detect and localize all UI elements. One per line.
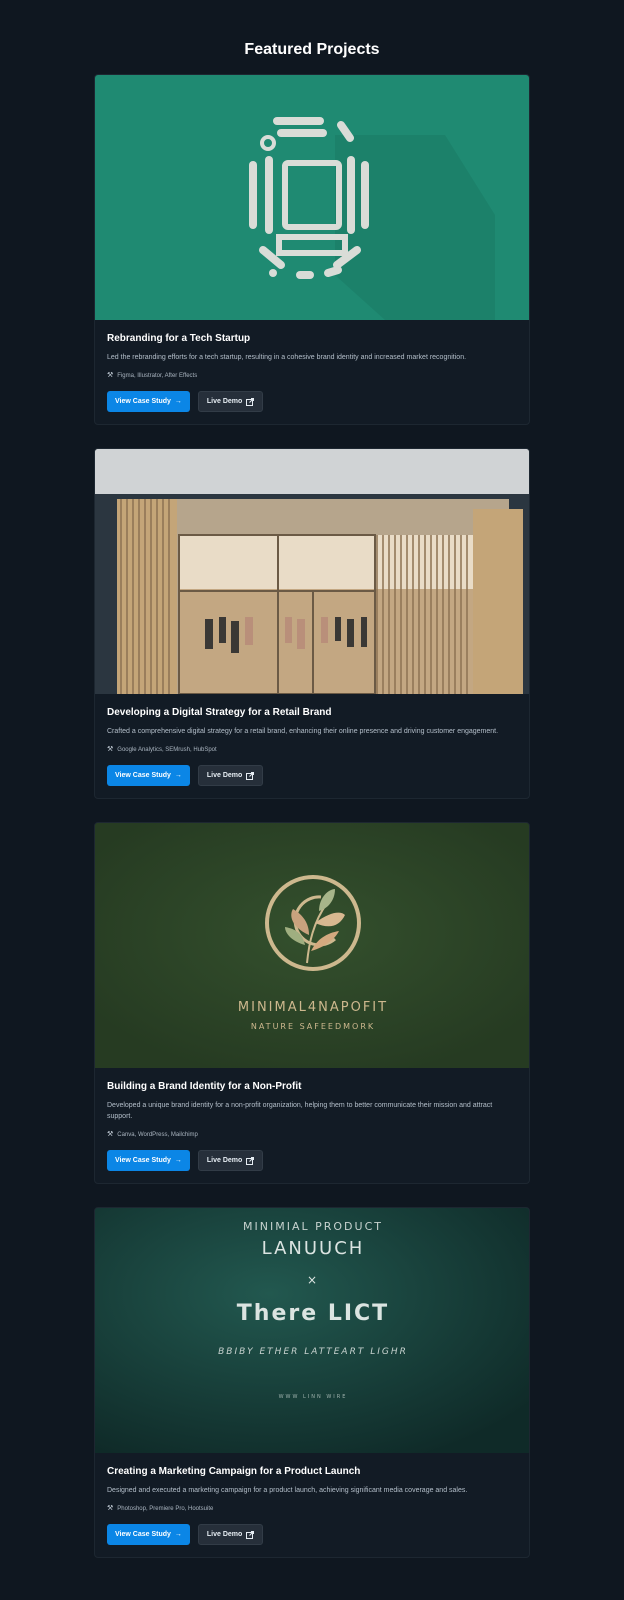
tools-icon: ⚒ [107, 372, 114, 379]
hero-line-5: BBIBY ETHER LATTEART LIGHR [218, 1347, 408, 1357]
project-card: Rebranding for a Tech Startup Led the re… [94, 74, 530, 425]
live-demo-button[interactable]: Live Demo [197, 1150, 264, 1171]
tools-list: Figma, Illustrator, After Effects [117, 373, 198, 379]
hero-line-3: × [307, 1273, 319, 1287]
view-case-study-label: View Case Study [115, 1157, 171, 1164]
external-link-icon [246, 397, 255, 406]
project-tools: ⚒ Google Analytics, SEMrush, HubSpot [107, 745, 517, 755]
leaf-emblem-icon: MINIMAL4NAPOFIT NATURE SAFEEDMORK [95, 823, 529, 1068]
project-description: Designed and executed a marketing campai… [107, 1487, 468, 1494]
project-title: Building a Brand Identity for a Non-Prof… [107, 1081, 302, 1092]
project-card: MINIMAL4NAPOFIT NATURE SAFEEDMORK Buildi… [94, 822, 530, 1184]
arrow-right-icon: → [174, 1531, 182, 1538]
live-demo-button[interactable]: Live Demo [197, 765, 264, 786]
live-demo-label: Live Demo [206, 398, 243, 405]
project-title: Developing a Digital Strategy for a Reta… [107, 707, 332, 718]
project-image: MINIMAL4NAPOFIT NATURE SAFEEDMORK [95, 823, 529, 1068]
tools-icon: ⚒ [107, 1131, 114, 1138]
hero-line-6: WWW LINN WIRE [279, 1394, 348, 1400]
project-tools: ⚒ Photoshop, Premiere Pro, Hootsuite [107, 1504, 517, 1514]
hero-line-1: MINIMAL4NAPOFIT [238, 1000, 388, 1015]
tools-list: Photoshop, Premiere Pro, Hootsuite [117, 1506, 214, 1512]
arrow-right-icon: → [174, 772, 182, 779]
external-link-icon [246, 1156, 255, 1165]
arrow-right-icon: → [174, 1157, 182, 1164]
tools-icon: ⚒ [107, 746, 114, 753]
hero-line-1: MINIMIAL PRODUCT [243, 1220, 383, 1233]
project-tools: ⚒ Canva, WordPress, Mailchimp [107, 1130, 517, 1140]
external-link-icon [246, 771, 255, 780]
live-demo-button[interactable]: Live Demo [197, 391, 264, 412]
project-card: MINIMIAL PRODUCT LANUUCH × There LICT BB… [94, 1207, 530, 1558]
project-description: Crafted a comprehensive digital strategy… [107, 728, 499, 735]
launch-poster-icon: MINIMIAL PRODUCT LANUUCH × There LICT BB… [95, 1208, 529, 1453]
project-description: Developed a unique brand identity for a … [107, 1102, 493, 1120]
retail-storefront-icon [95, 449, 529, 694]
hero-line-2: NATURE SAFEEDMORK [251, 1022, 375, 1031]
tools-list: Canva, WordPress, Mailchimp [117, 1132, 198, 1138]
live-demo-button[interactable]: Live Demo [197, 1524, 264, 1545]
live-demo-label: Live Demo [206, 1531, 243, 1538]
view-case-study-label: View Case Study [115, 772, 171, 779]
live-demo-label: Live Demo [206, 772, 243, 779]
project-title: Rebranding for a Tech Startup [107, 333, 251, 344]
project-tools: ⚒ Figma, Illustrator, After Effects [107, 371, 517, 381]
external-link-icon [246, 1530, 255, 1539]
project-image [95, 449, 529, 694]
view-case-study-button[interactable]: View Case Study → [107, 391, 190, 412]
tech-device-logo-icon [249, 117, 495, 320]
project-image [95, 75, 529, 320]
tools-icon: ⚒ [107, 1505, 114, 1512]
arrow-right-icon: → [174, 398, 182, 405]
view-case-study-label: View Case Study [115, 1531, 171, 1538]
page-title: Featured Projects [244, 41, 380, 58]
project-description: Led the rebranding efforts for a tech st… [107, 354, 467, 361]
view-case-study-button[interactable]: View Case Study → [107, 1524, 190, 1545]
live-demo-label: Live Demo [206, 1157, 243, 1164]
view-case-study-button[interactable]: View Case Study → [107, 1150, 190, 1171]
project-title: Creating a Marketing Campaign for a Prod… [107, 1466, 361, 1477]
project-image: MINIMIAL PRODUCT LANUUCH × There LICT BB… [95, 1208, 529, 1453]
project-card: Developing a Digital Strategy for a Reta… [94, 448, 530, 799]
view-case-study-label: View Case Study [115, 398, 171, 405]
tools-list: Google Analytics, SEMrush, HubSpot [117, 747, 217, 753]
view-case-study-button[interactable]: View Case Study → [107, 765, 190, 786]
hero-line-4: There LICT [237, 1301, 389, 1326]
hero-line-2: LANUUCH [262, 1238, 365, 1259]
